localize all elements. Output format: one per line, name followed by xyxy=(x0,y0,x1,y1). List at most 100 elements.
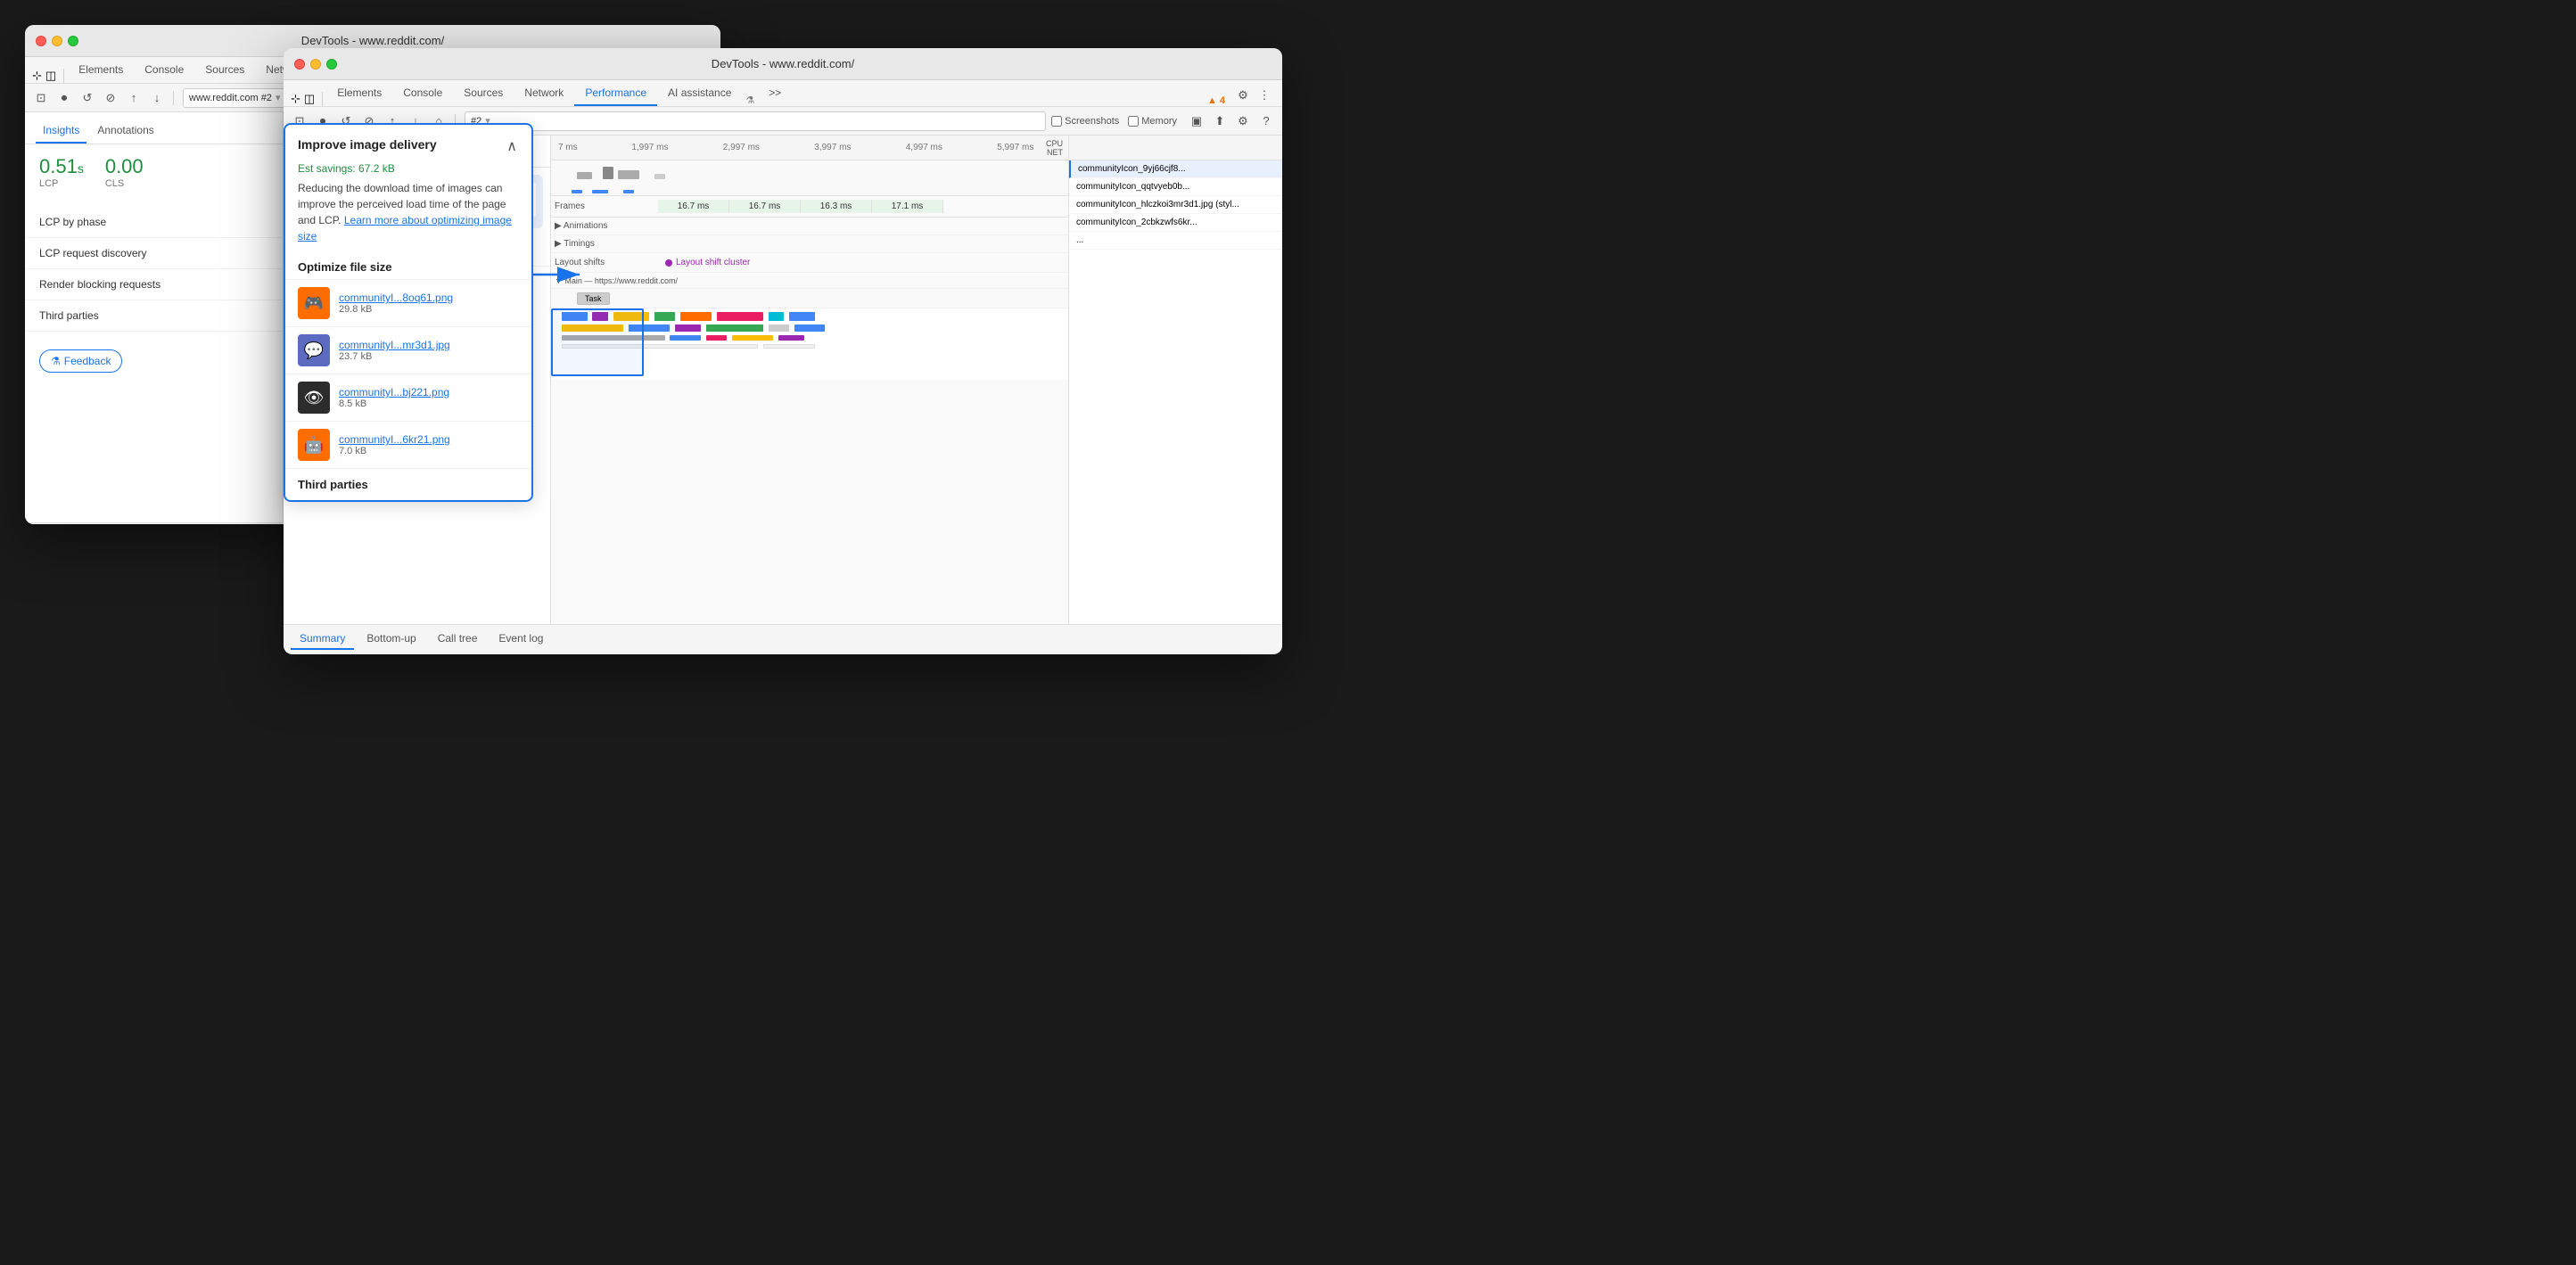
tab-network-2[interactable]: Network xyxy=(514,81,574,106)
reload-icon[interactable]: ↺ xyxy=(77,87,98,109)
devtools-top-tabs-2: ⊹ ◫ Elements Console Sources Network Per… xyxy=(284,80,1282,107)
layout-shifts-label-2: Layout shifts xyxy=(551,258,658,267)
popup-file-link-0[interactable]: communityI...8oq61.png xyxy=(339,292,519,304)
timeline-area-2[interactable]: 7 ms 1,997 ms 2,997 ms 3,997 ms 4,997 ms… xyxy=(551,136,1068,624)
window-title-2: DevTools - www.reddit.com/ xyxy=(712,57,854,70)
more-icon-2[interactable]: ⋮ xyxy=(1254,85,1275,106)
frame-cell-0: 16.7 ms xyxy=(658,200,729,213)
window-title-1: DevTools - www.reddit.com/ xyxy=(301,34,444,47)
tab-sources-1[interactable]: Sources xyxy=(194,58,255,83)
popup-file-item-1: 💬 communityI...mr3d1.jpg 23.7 kB xyxy=(285,326,531,374)
minimize-button-1[interactable] xyxy=(52,36,62,46)
ruler-mark-1: 1,997 ms xyxy=(605,143,695,152)
popup-header: Improve image delivery ∧ xyxy=(285,125,531,162)
frame-cell-3: 17.1 ms xyxy=(872,200,943,213)
resource-item-4[interactable]: ... xyxy=(1069,232,1282,250)
feedback-icon-1: ⚗ xyxy=(51,355,61,367)
warning-count: ▲ 4 xyxy=(1207,95,1225,106)
ruler-mark-3: 3,997 ms xyxy=(787,143,878,152)
frames-cells: 16.7 ms 16.7 ms 16.3 ms 17.1 ms xyxy=(658,200,1068,213)
tab-performance-2[interactable]: Performance xyxy=(574,81,657,106)
timeline-ruler-2: 7 ms 1,997 ms 2,997 ms 3,997 ms 4,997 ms… xyxy=(551,136,1068,160)
bottom-tabs-2: Summary Bottom-up Call tree Event log xyxy=(284,624,1282,653)
screenshots-check-2[interactable] xyxy=(1051,116,1062,127)
maximize-button-1[interactable] xyxy=(68,36,78,46)
insight-third-parties[interactable]: Third parties xyxy=(25,300,283,332)
popup-close-button[interactable]: ∧ xyxy=(505,137,519,155)
upload-icon[interactable]: ↑ xyxy=(123,87,144,109)
ls-dot-2 xyxy=(665,259,672,267)
tab-elements-1[interactable]: Elements xyxy=(68,58,134,83)
popup-file-link-3[interactable]: communityI...6kr21.png xyxy=(339,433,519,446)
tab-sources-2[interactable]: Sources xyxy=(453,81,514,106)
popup-file-link-1[interactable]: communityI...mr3d1.jpg xyxy=(339,339,519,351)
memory-check-2[interactable] xyxy=(1128,116,1139,127)
bottom-tab-calltree-2[interactable]: Call tree xyxy=(429,628,487,650)
popup-file-icon-0: 🎮 xyxy=(298,287,330,319)
settings-icon-3[interactable]: ⚙ xyxy=(1232,111,1254,132)
ruler-mark-2: 2,997 ms xyxy=(695,143,786,152)
cpu-throttle-icon[interactable]: ▣ xyxy=(1186,111,1207,132)
close-button-1[interactable] xyxy=(36,36,46,46)
tab-more-2[interactable]: >> xyxy=(758,81,792,106)
maximize-button-2[interactable] xyxy=(326,59,337,70)
ruler-mark-4: 4,997 ms xyxy=(878,143,969,152)
panel-toggle-icon[interactable]: ⊡ xyxy=(30,87,52,109)
animations-label-2: ▶ Animations xyxy=(551,221,658,231)
close-button-2[interactable] xyxy=(294,59,305,70)
net-label: NET xyxy=(1046,148,1063,157)
tl2-task-row: Task xyxy=(551,289,1068,308)
feedback-button-1[interactable]: ⚗ Feedback xyxy=(39,349,122,373)
resource-item-3[interactable]: communityIcon_2cbkzwfs6kr... xyxy=(1069,214,1282,232)
memory-checkbox-2[interactable]: Memory xyxy=(1128,116,1177,127)
inspect-icon-2[interactable]: ◫ xyxy=(304,92,315,106)
tab-elements-2[interactable]: Elements xyxy=(326,81,392,106)
cls-label: CLS xyxy=(105,178,144,189)
inspect-icon[interactable]: ◫ xyxy=(45,69,56,83)
popup-file-link-2[interactable]: communityI...bj221.png xyxy=(339,386,519,398)
resource-item-2[interactable]: communityIcon_hlczkoi3mr3d1.jpg (styl... xyxy=(1069,196,1282,214)
lcp-value: 0.51s xyxy=(39,155,84,178)
bottom-tab-eventlog-2[interactable]: Event log xyxy=(490,628,552,650)
popup-file-item-2: 👁 communityI...bj221.png 8.5 kB xyxy=(285,374,531,421)
resource-item-0[interactable]: communityIcon_9yj66cjf8... xyxy=(1069,160,1282,178)
insights-tab-annotations-1[interactable]: Annotations xyxy=(90,119,160,144)
screenshots-checkbox-2[interactable]: Screenshots xyxy=(1051,116,1119,127)
insights-panel-1: Insights Annotations 0.51s LCP 0.00 CLS xyxy=(25,112,284,522)
memory-label-2: Memory xyxy=(1141,116,1177,127)
lcp-metric: 0.51s LCP xyxy=(39,155,84,189)
help-icon[interactable]: ? xyxy=(1255,111,1277,132)
frame-cell-2: 16.3 ms xyxy=(801,200,872,213)
improve-image-delivery-popup: Improve image delivery ∧ Est savings: 67… xyxy=(284,123,533,502)
popup-file-item-0: 🎮 communityI...8oq61.png 29.8 kB xyxy=(285,279,531,326)
popup-file-size-1: 23.7 kB xyxy=(339,351,519,362)
feedback-label-1: Feedback xyxy=(64,355,111,367)
insight-lcp-request[interactable]: LCP request discovery xyxy=(25,238,283,269)
insights-tab-insights-1[interactable]: Insights xyxy=(36,119,86,144)
insights-tabs-1: Insights Annotations xyxy=(25,112,283,144)
tab-console-1[interactable]: Console xyxy=(134,58,194,83)
tab-ai-assistance-2[interactable]: AI assistance xyxy=(657,81,742,106)
minimize-button-2[interactable] xyxy=(310,59,321,70)
cpu-net-chart xyxy=(551,160,1068,196)
popup-file-size-0: 29.8 kB xyxy=(339,304,519,315)
record-icon[interactable]: ⏺ xyxy=(53,87,75,109)
tab-console-2[interactable]: Console xyxy=(392,81,453,106)
popup-file-icon-3: 🤖 xyxy=(298,429,330,461)
flamegraph-2[interactable] xyxy=(551,308,1068,380)
network-throttle-icon[interactable]: ⬆ xyxy=(1209,111,1230,132)
download-icon[interactable]: ↓ xyxy=(146,87,168,109)
screenshots-label-2: Screenshots xyxy=(1065,116,1119,127)
url-bar-2[interactable]: #2 ▾ xyxy=(465,111,1046,131)
insight-render-blocking[interactable]: Render blocking requests xyxy=(25,269,283,300)
clear-icon[interactable]: ⊘ xyxy=(100,87,121,109)
ai-icon-2: ⚗ xyxy=(742,94,758,106)
url-text-1: www.reddit.com #2 xyxy=(189,93,272,103)
cpu-label: CPU xyxy=(1046,139,1063,148)
resource-item-1[interactable]: communityIcon_qqtvyeb0b... xyxy=(1069,178,1282,196)
settings-icon-2[interactable]: ⚙ xyxy=(1232,85,1254,106)
bottom-tab-summary-2[interactable]: Summary xyxy=(291,628,354,650)
insight-lcp-phase[interactable]: LCP by phase xyxy=(25,207,283,238)
bottom-tab-bottomup-2[interactable]: Bottom-up xyxy=(358,628,424,650)
frame-cell-1: 16.7 ms xyxy=(729,200,801,213)
